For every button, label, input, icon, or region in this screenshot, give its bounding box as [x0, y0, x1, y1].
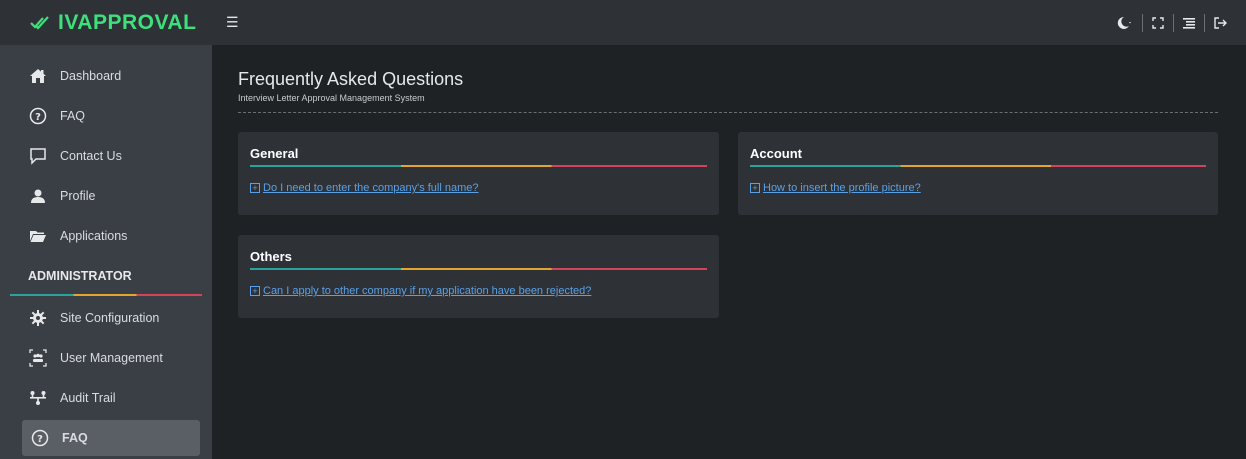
page-title: Frequently Asked Questions: [238, 69, 464, 89]
sidebar-item-profile[interactable]: Profile: [0, 176, 212, 216]
cog-icon: [28, 309, 48, 327]
sidebar-item-audit-trail[interactable]: Audit Trail: [0, 378, 212, 418]
faq-question-link[interactable]: + Do I need to enter the company's full …: [250, 182, 479, 194]
main-content: Frequently Asked Questions Interview Let…: [212, 45, 1246, 459]
sidebar-item-label: FAQ: [62, 431, 88, 445]
card-divider: [250, 165, 707, 167]
sidebar-item-contact-us[interactable]: Contact Us: [0, 136, 212, 176]
question-circle-icon: ?: [30, 429, 50, 447]
sidebar-item-label: Profile: [60, 189, 96, 203]
brand-logo[interactable]: IVAPPROVAL: [0, 0, 212, 45]
card-title: Account: [750, 146, 802, 161]
folder-icon: [28, 227, 48, 245]
sidebar-item-label: Audit Trail: [60, 391, 116, 405]
faq-question-text: Can I apply to other company if my appli…: [263, 285, 592, 297]
sidebar-item-label: Dashboard: [60, 69, 122, 83]
home-icon: [28, 67, 48, 85]
sidebar-item-faq-admin[interactable]: ? FAQ: [22, 420, 200, 456]
faq-question-link[interactable]: + Can I apply to other company if my app…: [250, 285, 591, 297]
sidebar-item-label: Contact Us: [60, 149, 122, 163]
users-icon: [28, 349, 48, 367]
plus-square-icon: +: [750, 183, 760, 193]
sidebar-item-dashboard[interactable]: Dashboard: [0, 56, 212, 96]
sidebar-item-applications[interactable]: Applications: [0, 216, 212, 256]
faq-card-account: Account + How to insert the profile pict…: [738, 132, 1218, 215]
theme-moon-icon[interactable]: [1108, 16, 1142, 30]
sidebar-item-user-management[interactable]: User Management: [0, 338, 212, 378]
sidebar-item-faq[interactable]: ? FAQ: [0, 96, 212, 136]
sitemap-icon: [28, 389, 48, 407]
user-icon: [28, 187, 48, 205]
faq-card-others: Others + Can I apply to other company if…: [238, 235, 719, 318]
topbar: ☰: [212, 0, 1246, 45]
card-title: Others: [250, 249, 292, 264]
chat-icon: [28, 147, 48, 165]
card-title: General: [250, 146, 299, 161]
double-check-icon: [30, 15, 49, 30]
faq-question-text: Do I need to enter the company's full na…: [263, 182, 479, 194]
faq-question-link[interactable]: + How to insert the profile picture?: [750, 182, 921, 194]
faq-card-general: General + Do I need to enter the company…: [238, 132, 719, 215]
title-divider: [238, 112, 1218, 113]
card-divider: [750, 165, 1206, 167]
sidebar: IVAPPROVAL Dashboard ? FAQ Contact Us Pr…: [0, 0, 212, 459]
svg-text:?: ?: [35, 112, 41, 123]
plus-square-icon: +: [250, 183, 260, 193]
question-circle-icon: ?: [28, 107, 48, 125]
faq-question-text: How to insert the profile picture?: [763, 182, 921, 194]
section-title: ADMINISTRATOR: [28, 269, 132, 283]
sidebar-item-site-configuration[interactable]: Site Configuration: [0, 298, 212, 338]
section-divider: [10, 294, 202, 296]
fullscreen-icon[interactable]: [1143, 16, 1173, 29]
menu-list-icon[interactable]: [1174, 17, 1204, 29]
sidebar-item-label: Site Configuration: [60, 311, 160, 325]
topbar-actions: [1108, 0, 1236, 45]
hamburger-icon[interactable]: ☰: [226, 14, 239, 31]
logout-icon[interactable]: [1205, 16, 1236, 29]
sidebar-item-label: User Management: [60, 351, 163, 365]
sidebar-section-administrator: ADMINISTRATOR: [0, 256, 212, 296]
card-divider: [250, 268, 707, 270]
page-subtitle: Interview Letter Approval Management Sys…: [238, 93, 425, 103]
svg-text:?: ?: [37, 434, 43, 445]
sidebar-item-label: Applications: [60, 229, 128, 243]
plus-square-icon: +: [250, 286, 260, 296]
sidebar-item-label: FAQ: [60, 109, 86, 123]
brand-name: IVAPPROVAL: [58, 10, 197, 34]
